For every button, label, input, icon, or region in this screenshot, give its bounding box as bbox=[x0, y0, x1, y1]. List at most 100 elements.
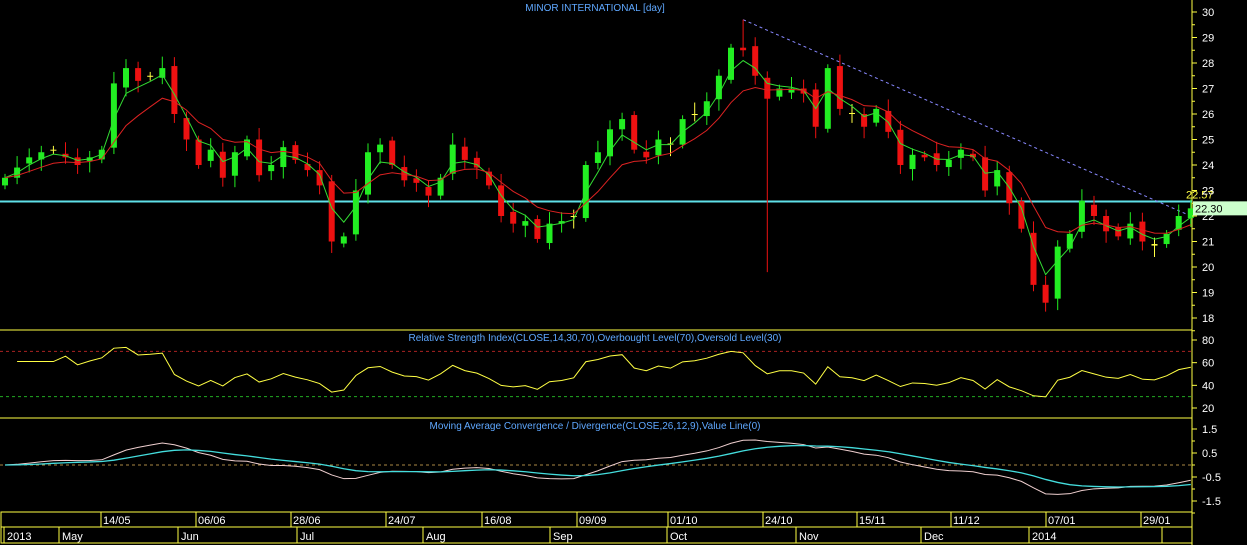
candle-body bbox=[655, 139, 662, 156]
price-tick-label: 24 bbox=[1202, 160, 1214, 172]
candle-body bbox=[824, 68, 831, 129]
candle-body bbox=[594, 152, 601, 163]
candle-body bbox=[619, 119, 626, 130]
period-label: May bbox=[62, 531, 83, 543]
candle-body bbox=[461, 146, 468, 160]
candle-body bbox=[352, 190, 359, 235]
candle-body bbox=[498, 185, 505, 216]
rsi-tick-label: 80 bbox=[1202, 335, 1214, 347]
date-tick-label: 07/01 bbox=[1048, 515, 1076, 527]
price-tick-label: 25 bbox=[1202, 135, 1214, 147]
candle-body bbox=[1139, 221, 1146, 242]
candle-body bbox=[643, 151, 650, 158]
candle-body bbox=[304, 163, 311, 171]
period-label: 2013 bbox=[7, 531, 31, 543]
candle-body bbox=[207, 149, 214, 161]
macd-panel[interactable] bbox=[0, 439, 1192, 495]
rsi-tick-label: 60 bbox=[1202, 358, 1214, 370]
price-tick-label: 29 bbox=[1202, 33, 1214, 45]
candle-body bbox=[836, 66, 843, 109]
candle-body bbox=[1042, 284, 1049, 303]
candle-body bbox=[425, 186, 432, 196]
date-tick-label: 16/08 bbox=[484, 515, 512, 527]
date-tick-label: 24/07 bbox=[388, 515, 416, 527]
candle-body bbox=[1054, 246, 1061, 299]
rsi-line bbox=[17, 346, 1191, 398]
period-label: Jun bbox=[181, 531, 199, 543]
period-label: 2014 bbox=[1032, 531, 1056, 543]
candle-body bbox=[2, 177, 8, 186]
candle-body bbox=[1187, 208, 1194, 219]
candle-body bbox=[328, 181, 335, 242]
price-axis: 18192021222324252627282930204060801.50.5… bbox=[1192, 7, 1247, 514]
candle-body bbox=[268, 165, 275, 172]
date-tick-label: 28/06 bbox=[293, 515, 321, 527]
date-tick-label: 29/01 bbox=[1143, 515, 1171, 527]
chart-title: MINOR INTERNATIONAL [day] bbox=[525, 3, 665, 14]
candle-body bbox=[522, 221, 529, 226]
period-label: Dec bbox=[924, 531, 944, 543]
chart-frame bbox=[0, 0, 1193, 545]
candle-body bbox=[365, 152, 371, 195]
candle-body bbox=[945, 159, 952, 168]
date-tick-label: 06/06 bbox=[198, 515, 226, 527]
price-tick-label: 21 bbox=[1202, 237, 1214, 249]
candle-body bbox=[1127, 223, 1134, 239]
candle-body bbox=[1115, 227, 1122, 237]
price-panel[interactable]: 22.57 bbox=[0, 19, 1214, 312]
candle-body bbox=[26, 157, 33, 164]
macd-tick-label: -1.5 bbox=[1202, 496, 1221, 508]
candle-body bbox=[256, 139, 263, 176]
candle-body bbox=[957, 149, 964, 158]
candle-body bbox=[219, 151, 226, 178]
period-label: Sep bbox=[553, 531, 573, 543]
candle-body bbox=[897, 129, 904, 165]
rsi-tick-label: 20 bbox=[1202, 403, 1214, 415]
candle-body bbox=[909, 154, 916, 170]
period-label: Jul bbox=[300, 531, 314, 543]
macd-tick-label: 1.5 bbox=[1202, 424, 1217, 436]
date-tick-label: 15/11 bbox=[859, 515, 886, 527]
price-tick-label: 28 bbox=[1202, 58, 1214, 70]
period-label: Nov bbox=[799, 531, 819, 543]
date-tick-label: 09/09 bbox=[579, 515, 607, 527]
rsi-panel[interactable] bbox=[0, 346, 1192, 398]
price-tick-label: 27 bbox=[1202, 84, 1214, 96]
candle-body bbox=[1151, 244, 1158, 246]
price-tick-label: 20 bbox=[1202, 262, 1214, 274]
candle-body bbox=[147, 75, 154, 77]
trendline bbox=[742, 19, 1192, 217]
price-tick-label: 23 bbox=[1202, 186, 1214, 198]
candle-body bbox=[607, 129, 613, 157]
candle-body bbox=[195, 139, 202, 165]
candle-body bbox=[982, 157, 989, 191]
candle-body bbox=[1091, 204, 1097, 216]
candle-body bbox=[534, 219, 541, 239]
candle-body bbox=[123, 68, 129, 88]
period-label: Aug bbox=[426, 531, 446, 543]
candle-body bbox=[546, 223, 553, 244]
candle-body bbox=[377, 144, 384, 153]
stock-chart: 22.57 1819202122232425262728293020406080… bbox=[0, 0, 1247, 545]
date-tick-label: 24/10 bbox=[765, 515, 793, 527]
candle-body bbox=[135, 68, 142, 81]
candle-body bbox=[74, 157, 81, 165]
date-tick-label: 11/12 bbox=[953, 515, 980, 527]
candle-body bbox=[921, 154, 928, 158]
candle-body bbox=[171, 66, 178, 114]
candle-body bbox=[449, 144, 456, 174]
date-tick-label: 01/10 bbox=[670, 515, 698, 527]
macd-title: Moving Average Convergence / Divergence(… bbox=[430, 421, 761, 432]
period-label: Oct bbox=[670, 531, 687, 543]
candle-body bbox=[340, 236, 347, 244]
macd-tick-label: 0.5 bbox=[1202, 448, 1217, 460]
last-price-label: 22.30 bbox=[1195, 203, 1223, 215]
candle-body bbox=[691, 114, 698, 116]
price-tick-label: 19 bbox=[1202, 288, 1214, 300]
price-tick-label: 18 bbox=[1202, 313, 1214, 325]
candle-body bbox=[849, 112, 855, 114]
date-tick-label: 14/05 bbox=[103, 515, 131, 527]
candle-body bbox=[994, 170, 1001, 187]
candle-body bbox=[50, 149, 57, 151]
macd-tick-label: -0.5 bbox=[1202, 472, 1221, 484]
